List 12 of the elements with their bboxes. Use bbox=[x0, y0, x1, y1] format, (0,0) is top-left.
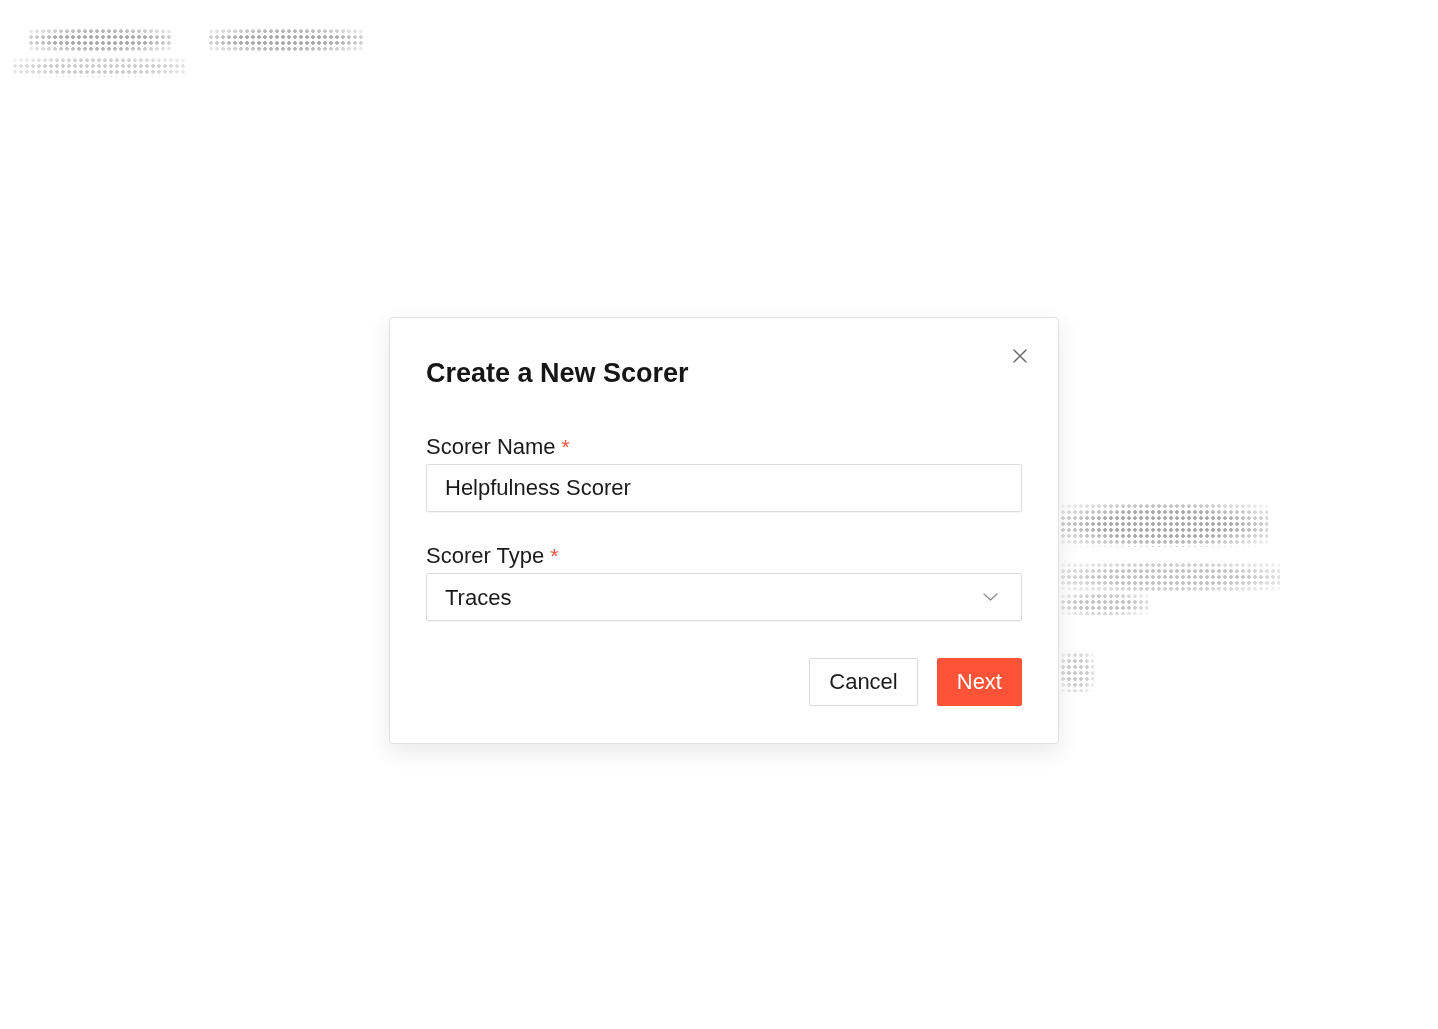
chevron-down-icon bbox=[983, 593, 998, 601]
required-mark: * bbox=[550, 544, 559, 568]
dialog-title: Create a New Scorer bbox=[426, 357, 689, 390]
halftone-dot-pattern bbox=[1060, 652, 1094, 692]
cancel-button[interactable]: Cancel bbox=[809, 658, 918, 706]
field-label: Scorer Type bbox=[426, 544, 545, 568]
field-label: Scorer Name bbox=[426, 435, 556, 459]
input-field[interactable]: Helpfulness Scorer bbox=[426, 464, 1022, 512]
close-button[interactable] bbox=[1010, 346, 1030, 366]
select-field[interactable]: Traces bbox=[426, 573, 1022, 621]
required-mark: * bbox=[561, 435, 570, 459]
close-icon bbox=[1013, 349, 1027, 363]
